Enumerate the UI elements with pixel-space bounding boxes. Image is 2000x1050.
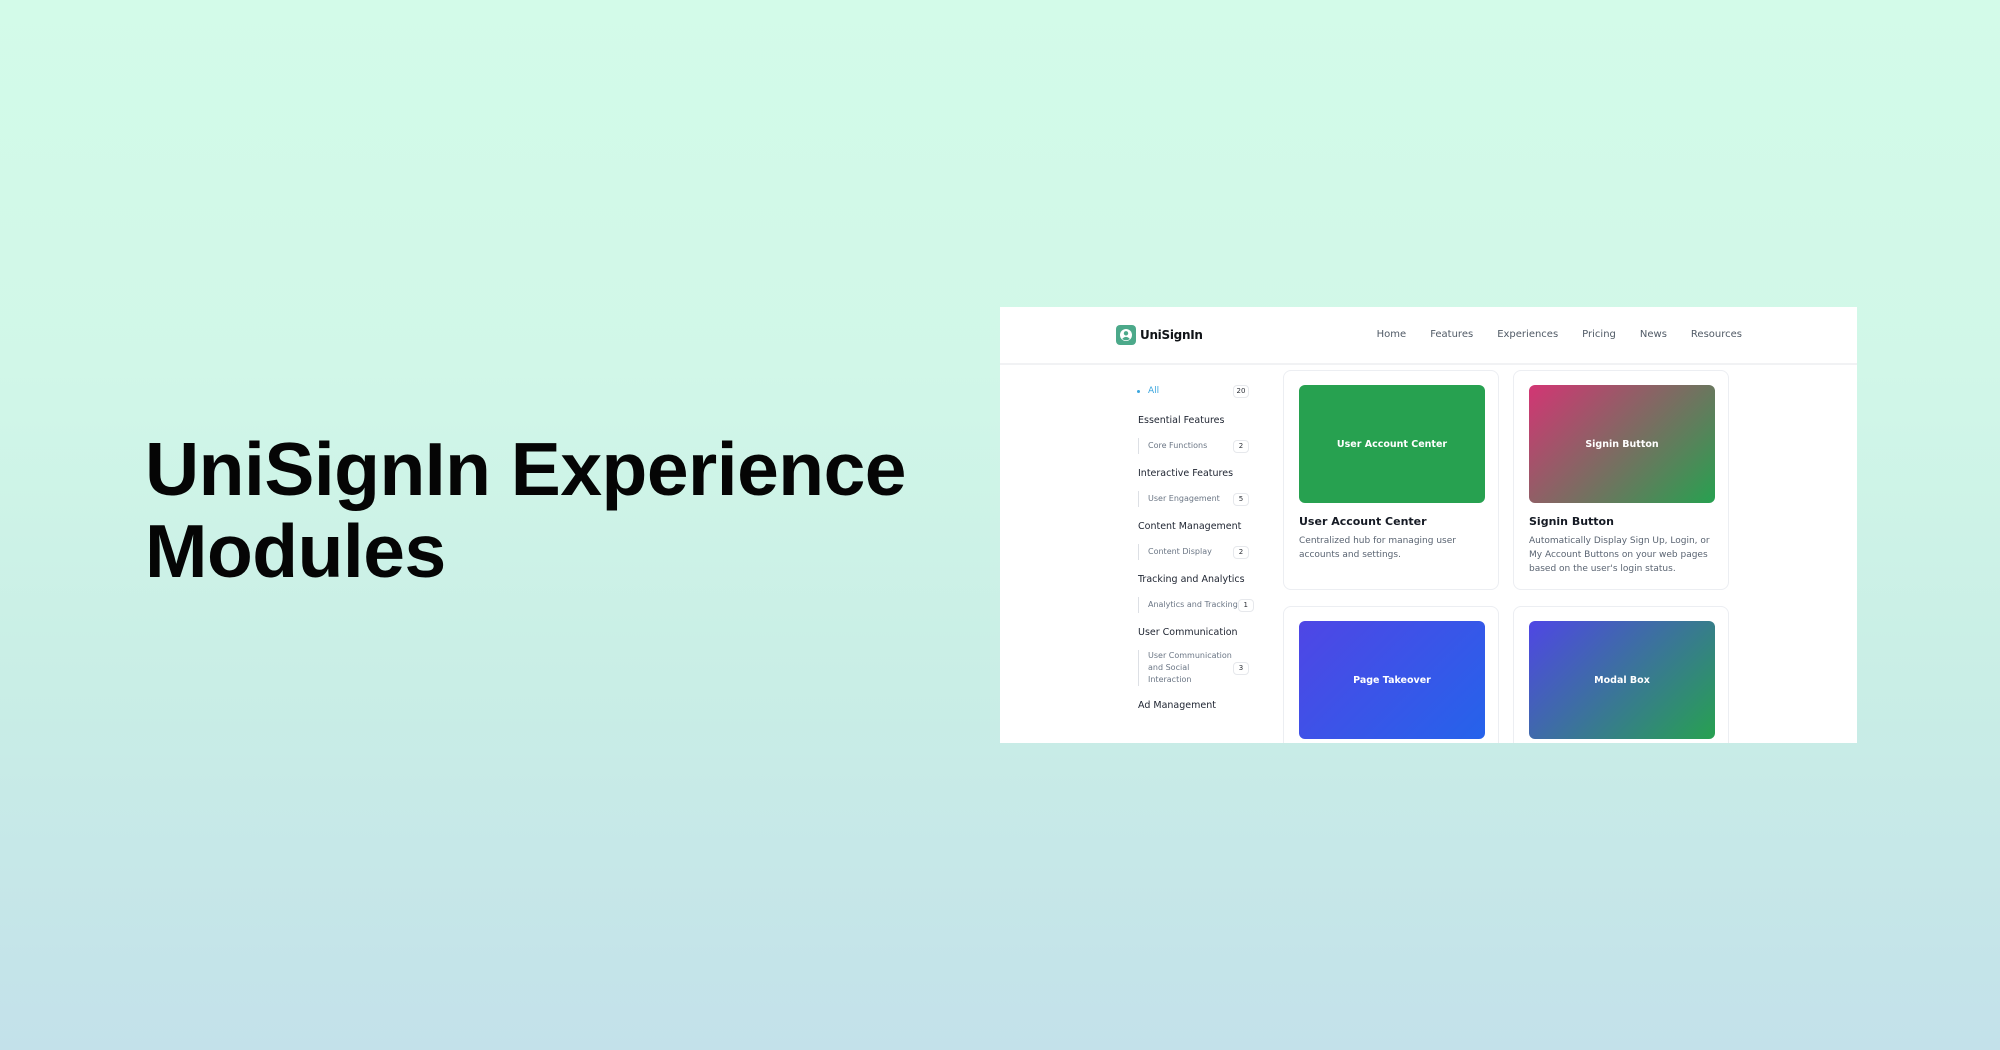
sidebar-item-core-functions[interactable]: Core Functions 2 [1138, 438, 1249, 454]
user-avatar-icon [1116, 325, 1136, 345]
active-dot-icon [1137, 389, 1140, 393]
module-card-thumbnail-label: Modal Box [1594, 674, 1650, 686]
nav-features[interactable]: Features [1430, 329, 1473, 340]
module-card-thumbnail: User Account Center [1299, 385, 1485, 503]
count-badge: 2 [1233, 545, 1249, 559]
sidebar-item-content-display[interactable]: Content Display 2 [1138, 544, 1249, 560]
sidebar-item-label: Analytics and Tracking [1148, 600, 1238, 609]
module-card-thumbnail: Signin Button [1529, 385, 1715, 503]
module-card-thumbnail-label: Page Takeover [1353, 674, 1431, 686]
sidebar-item-label: Content Display [1148, 547, 1212, 556]
sidebar-item-all[interactable]: All 20 [1136, 383, 1249, 399]
count-badge: 3 [1233, 661, 1249, 675]
module-card-description: Centralized hub for managing user accoun… [1299, 536, 1456, 560]
sidebar-item-all-label-wrap: All [1136, 386, 1159, 396]
sidebar-item-label: All [1148, 386, 1160, 396]
hero-title-line-2: Modules [145, 509, 446, 593]
module-card-thumbnail-label: Signin Button [1585, 438, 1659, 450]
brand-logo[interactable]: UniSignIn [1116, 325, 1203, 345]
category-sidebar: All 20 Essential Features Core Functions… [1136, 383, 1254, 725]
sidebar-group-interactive-features: Interactive Features User Engagement 5 [1136, 468, 1249, 507]
count-badge: 5 [1233, 492, 1249, 506]
sidebar-item-user-engagement[interactable]: User Engagement 5 [1138, 491, 1249, 507]
module-card-title: Signin Button [1529, 515, 1614, 528]
sidebar-group-title: Tracking and Analytics [1138, 574, 1245, 585]
sidebar-group-ad-management: Ad Management [1136, 700, 1249, 711]
module-card-thumbnail: Modal Box [1529, 621, 1715, 739]
main-nav: Home Features Experiences Pricing News R… [1353, 329, 1742, 340]
sidebar-item-label: Core Functions [1148, 441, 1208, 450]
nav-news[interactable]: News [1640, 329, 1667, 340]
sidebar-group-essential-features: Essential Features Core Functions 2 [1136, 415, 1249, 454]
sidebar-item-analytics-tracking[interactable]: Analytics and Tracking 1 [1138, 597, 1254, 613]
module-card[interactable]: User Account Center User Account Center … [1283, 370, 1499, 590]
module-card[interactable]: Modal Box [1513, 606, 1729, 743]
nav-pricing[interactable]: Pricing [1582, 329, 1616, 340]
module-card-thumbnail-label: User Account Center [1336, 438, 1448, 450]
sidebar-item-label: User Engagement [1148, 494, 1220, 503]
count-badge: 2 [1233, 439, 1249, 453]
sidebar-item-label: User Communication and Social Interactio… [1148, 651, 1232, 684]
count-badge: 1 [1237, 598, 1254, 612]
top-navigation-bar: UniSignIn Home Features Experiences Pric… [1000, 307, 1857, 365]
sidebar-group-title: Essential Features [1138, 415, 1225, 426]
nav-experiences[interactable]: Experiences [1497, 329, 1558, 340]
sidebar-group-title: Interactive Features [1138, 468, 1234, 479]
module-card[interactable]: Page Takeover [1283, 606, 1499, 743]
sidebar-group-content-management: Content Management Content Display 2 [1136, 521, 1249, 560]
sidebar-item-user-communication-social[interactable]: User Communication and Social Interactio… [1138, 650, 1249, 686]
sidebar-group-title: Content Management [1138, 521, 1242, 532]
hero-title-line-1: UniSignIn Experience [145, 427, 907, 511]
nav-resources[interactable]: Resources [1691, 329, 1742, 340]
sidebar-group-title: User Communication [1138, 627, 1238, 638]
module-card-thumbnail: Page Takeover [1299, 621, 1485, 739]
sidebar-group-title: Ad Management [1138, 700, 1216, 711]
module-card-description: Automatically Display Sign Up, Login, or… [1529, 536, 1710, 574]
brand-name: UniSignIn [1140, 328, 1203, 342]
count-badge: 20 [1233, 384, 1249, 398]
hero-title: UniSignIn Experience Modules [145, 428, 945, 592]
module-card[interactable]: Signin Button Signin Button Automaticall… [1513, 370, 1729, 590]
nav-home[interactable]: Home [1377, 329, 1407, 340]
app-preview-window: UniSignIn Home Features Experiences Pric… [1000, 307, 1857, 743]
sidebar-group-tracking-analytics: Tracking and Analytics Analytics and Tra… [1136, 574, 1254, 613]
sidebar-group-user-communication: User Communication User Communication an… [1136, 627, 1249, 686]
module-card-title: User Account Center [1299, 515, 1427, 528]
